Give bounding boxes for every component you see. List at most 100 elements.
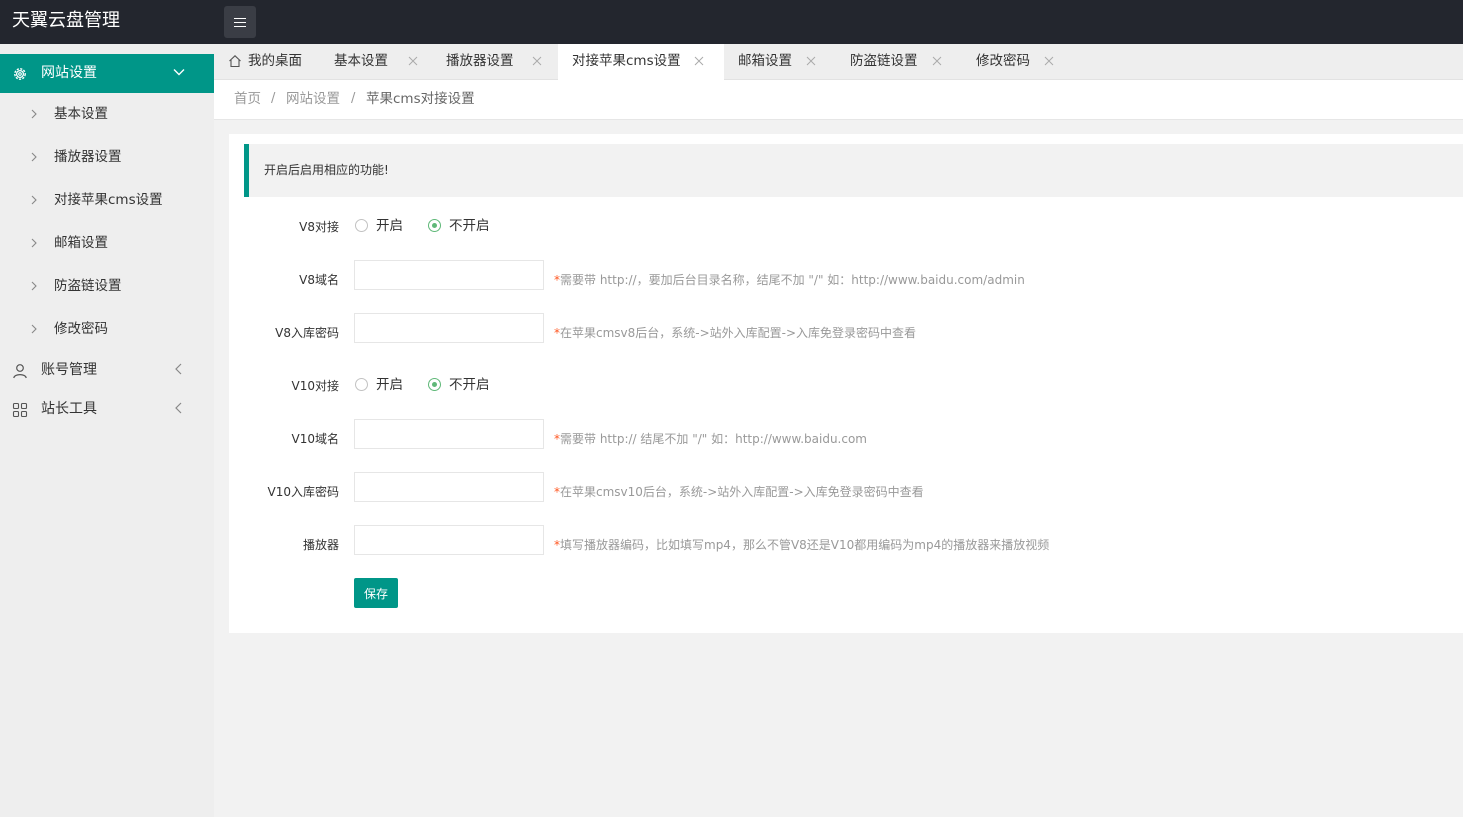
tab-label: 我的桌面 <box>248 53 302 69</box>
close-icon[interactable] <box>408 56 418 66</box>
sidebar-group-label: 网站设置 <box>41 65 97 81</box>
tab-label: 播放器设置 <box>446 53 514 69</box>
user-icon <box>13 364 27 379</box>
chevron-right-icon <box>31 109 37 119</box>
sidebar-item-player-settings[interactable]: 播放器设置 <box>0 136 214 179</box>
v8-domain-label: V8域名 <box>299 273 339 287</box>
radio-icon <box>355 219 368 232</box>
chevron-right-icon <box>31 195 37 205</box>
v10-password-hint: *在苹果cmsv10后台，系统->站外入库配置->入库免登录密码中查看 <box>554 483 924 500</box>
home-icon <box>229 55 241 68</box>
v10-password-input[interactable] <box>354 472 544 502</box>
player-input[interactable] <box>354 525 544 555</box>
sidebar: 网站设置 基本设置 播放器设置 对接苹果cms设置 邮箱设置 防盗链设置 修改密… <box>0 44 214 817</box>
hint-text: 在苹果cmsv10后台，系统->站外入库配置->入库免登录密码中查看 <box>560 485 924 499</box>
v8-connect-off-radio[interactable]: 不开启 <box>428 216 498 236</box>
tab-hotlink-settings[interactable]: 防盗链设置 <box>836 44 962 80</box>
sidebar-item-basic-settings[interactable]: 基本设置 <box>0 93 214 136</box>
sidebar-item-cms-settings[interactable]: 对接苹果cms设置 <box>0 179 214 222</box>
close-icon[interactable] <box>532 56 542 66</box>
v8-connect-label: V8对接 <box>299 220 339 234</box>
close-icon[interactable] <box>694 56 704 66</box>
sidebar-item-label: 防盗链设置 <box>54 278 122 294</box>
breadcrumb-site-settings[interactable]: 网站设置 <box>286 80 340 118</box>
sidebar-item-email-settings[interactable]: 邮箱设置 <box>0 222 214 265</box>
close-icon[interactable] <box>932 56 942 66</box>
close-icon[interactable] <box>806 56 816 66</box>
radio-icon <box>355 378 368 391</box>
tab-change-password[interactable]: 修改密码 <box>962 44 1074 80</box>
player-hint: *填写播放器编码，比如填写mp4，那么不管V8还是V10都用编码为mp4的播放器… <box>554 536 1049 553</box>
hint-text: 填写播放器编码，比如填写mp4，那么不管V8还是V10都用编码为mp4的播放器来… <box>560 538 1050 552</box>
breadcrumb-current: 苹果cms对接设置 <box>366 91 475 107</box>
chevron-right-icon <box>31 152 37 162</box>
v10-connect-label: V10对接 <box>291 379 339 393</box>
sidebar-group-site-settings[interactable]: 网站设置 <box>0 54 214 93</box>
gear-icon <box>14 68 26 80</box>
v8-password-hint: *在苹果cmsv8后台，系统->站外入库配置->入库免登录密码中查看 <box>554 324 916 341</box>
v10-connect-on-radio[interactable]: 开启 <box>355 375 415 395</box>
v8-password-input[interactable] <box>354 313 544 343</box>
close-icon[interactable] <box>1044 56 1054 66</box>
tab-desktop[interactable]: 我的桌面 <box>214 44 320 80</box>
sidebar-group-webmaster-tools[interactable]: 站长工具 <box>0 390 214 429</box>
hint-text: 在苹果cmsv8后台，系统->站外入库配置->入库免登录密码中查看 <box>560 326 917 340</box>
tab-label: 防盗链设置 <box>850 53 918 69</box>
tab-basic-settings[interactable]: 基本设置 <box>320 44 432 80</box>
chevron-right-icon <box>31 324 37 334</box>
notice-banner: 开启后启用相应的功能! <box>244 144 1463 197</box>
breadcrumb-separator: / <box>351 91 356 106</box>
tab-label: 修改密码 <box>976 53 1030 69</box>
radio-checked-icon <box>428 219 441 232</box>
v10-domain-hint: *需要带 http:// 结尾不加 "/" 如：http://www.baidu… <box>554 430 867 447</box>
tab-email-settings[interactable]: 邮箱设置 <box>724 44 836 80</box>
chevron-right-icon <box>31 238 37 248</box>
v8-domain-hint: *需要带 http://，要加后台目录名称，结尾不加 "/" 如：http://… <box>554 271 1025 288</box>
sidebar-item-label: 邮箱设置 <box>54 235 108 251</box>
grid-icon <box>12 402 28 418</box>
chevron-left-icon <box>175 363 182 375</box>
sidebar-item-label: 修改密码 <box>54 321 108 337</box>
v8-domain-input[interactable] <box>354 260 544 290</box>
hint-text: 需要带 http:// 结尾不加 "/" 如：http://www.baidu.… <box>560 432 867 446</box>
sidebar-item-label: 基本设置 <box>54 106 108 122</box>
radio-checked-icon <box>428 378 441 391</box>
radio-label: 开启 <box>376 218 403 234</box>
chevron-right-icon <box>31 281 37 291</box>
hamburger-icon <box>234 18 246 19</box>
save-button[interactable]: 保存 <box>354 578 398 608</box>
v10-domain-input[interactable] <box>354 419 544 449</box>
v8-connect-on-radio[interactable]: 开启 <box>355 216 415 236</box>
sidebar-item-hotlink-settings[interactable]: 防盗链设置 <box>0 265 214 308</box>
tab-player-settings[interactable]: 播放器设置 <box>432 44 558 80</box>
tab-label: 对接苹果cms设置 <box>572 53 681 69</box>
v8-password-label: V8入库密码 <box>275 326 339 340</box>
chevron-down-icon <box>173 69 185 76</box>
v10-connect-off-radio[interactable]: 不开启 <box>428 375 498 395</box>
tab-label: 基本设置 <box>334 53 388 69</box>
tab-bar: 我的桌面 基本设置 播放器设置 对接苹果cms设置 邮箱设置 防盗链设置 修改密… <box>214 44 1463 81</box>
sidebar-group-label: 站长工具 <box>41 401 97 417</box>
sidebar-group-label: 账号管理 <box>41 362 97 378</box>
notice-text: 开启后启用相应的功能! <box>264 163 389 177</box>
settings-card: 开启后启用相应的功能! V8对接 开启 不开启 V8域名 *需要带 http:/… <box>229 134 1463 633</box>
hint-text: 需要带 http://，要加后台目录名称，结尾不加 "/" 如：http://w… <box>560 273 1025 287</box>
app-title: 天翼云盘管理 <box>12 10 120 31</box>
player-label: 播放器 <box>302 538 339 552</box>
breadcrumb-home[interactable]: 首页 <box>234 80 261 118</box>
radio-label: 不开启 <box>449 377 490 393</box>
v10-password-label: V10入库密码 <box>267 485 339 499</box>
sidebar-group-account[interactable]: 账号管理 <box>0 351 214 390</box>
sidebar-item-change-password[interactable]: 修改密码 <box>0 308 214 351</box>
chevron-left-icon <box>175 402 182 414</box>
radio-label: 不开启 <box>449 218 490 234</box>
tab-label: 邮箱设置 <box>738 53 792 69</box>
menu-toggle-button[interactable] <box>224 6 256 38</box>
breadcrumb: 首页 / 网站设置 / 苹果cms对接设置 <box>214 80 1463 120</box>
tab-cms-settings[interactable]: 对接苹果cms设置 <box>558 44 724 81</box>
sidebar-item-label: 播放器设置 <box>54 149 122 165</box>
breadcrumb-separator: / <box>271 91 276 106</box>
sidebar-item-label: 对接苹果cms设置 <box>54 192 163 208</box>
v10-domain-label: V10域名 <box>291 432 339 446</box>
radio-label: 开启 <box>376 377 403 393</box>
